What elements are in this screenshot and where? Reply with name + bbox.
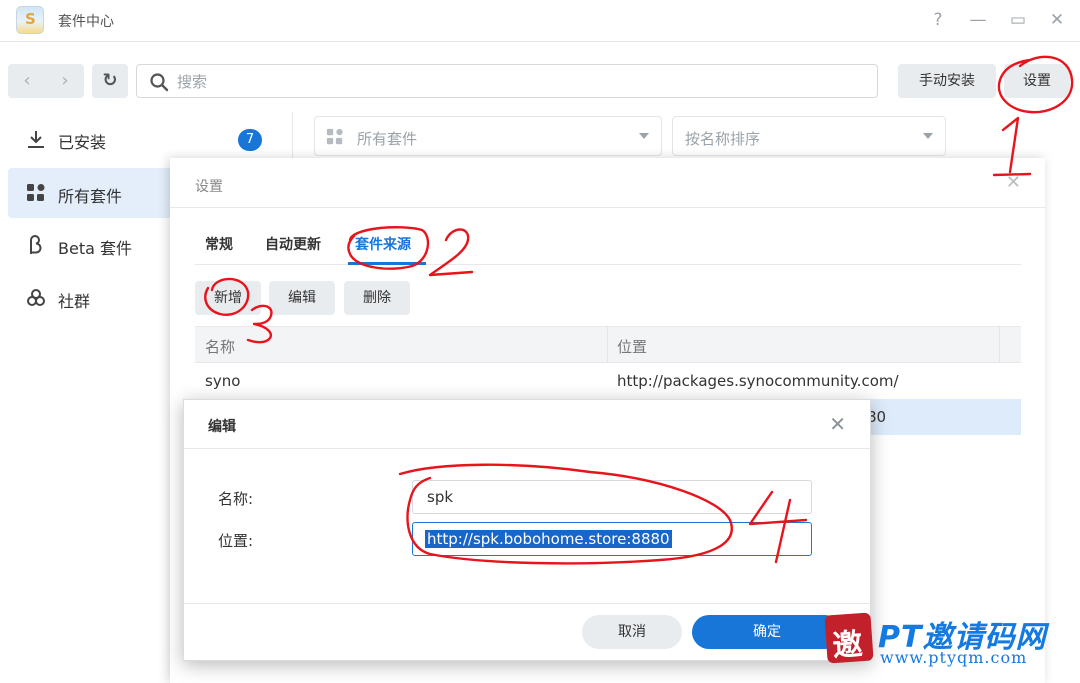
nav-buttons: ‹ › (8, 64, 84, 98)
row-name: syno (205, 372, 241, 390)
watermark-seal-char: 邀 (831, 627, 864, 665)
sidebar-item-all-packages[interactable]: 所有套件 (8, 168, 172, 218)
sidebar-item-installed[interactable]: 已安装 (8, 114, 172, 164)
sidebar-item-label: 所有套件 (58, 187, 123, 206)
name-field-value: spk (427, 488, 454, 506)
minimize-icon[interactable]: — (966, 8, 990, 32)
settings-button[interactable]: 设置 (1004, 64, 1070, 98)
close-icon[interactable]: ✕ (829, 412, 846, 436)
sidebar-item-label: 已安装 (58, 133, 107, 152)
back-button[interactable]: ‹ (8, 64, 46, 98)
tab-auto-update[interactable]: 自动更新 (265, 234, 321, 254)
column-divider[interactable] (999, 327, 1000, 363)
package-center-app-icon: S (16, 6, 44, 34)
name-label: 名称: (218, 490, 254, 508)
column-header-name[interactable]: 名称 (205, 336, 235, 357)
content-divider (292, 112, 293, 162)
category-select[interactable]: 所有套件 (314, 116, 662, 156)
watermark-seal: 邀 (824, 612, 874, 665)
column-header-location[interactable]: 位置 (617, 336, 647, 357)
sidebar-item-beta[interactable]: Beta 套件 (8, 220, 172, 270)
download-icon (28, 131, 44, 148)
chevron-down-icon (923, 133, 933, 139)
close-icon[interactable]: ✕ (1006, 172, 1021, 193)
search-box[interactable] (136, 64, 878, 98)
app-title: 套件中心 (58, 14, 114, 30)
name-field[interactable]: spk (412, 480, 812, 514)
column-divider[interactable] (607, 327, 608, 363)
manual-install-button[interactable]: 手动安装 (898, 64, 996, 98)
sort-select-value: 按名称排序 (685, 130, 761, 148)
help-icon[interactable]: ? (926, 8, 950, 32)
sidebar-item-label: 社群 (58, 292, 91, 311)
sidebar-item-label: Beta 套件 (58, 239, 132, 258)
sidebar-item-community[interactable]: 社群 (8, 273, 172, 323)
location-field[interactable]: http://spk.bobohome.store:8880 (412, 522, 812, 556)
row-location: http://packages.synocommunity.com/ (617, 372, 899, 390)
edit-dialog-header: 编辑 ✕ (184, 400, 870, 449)
edit-dialog-footer-divider (184, 603, 870, 604)
active-tab-indicator (348, 262, 426, 265)
add-button[interactable]: 新增 (195, 281, 261, 315)
settings-tabs: 常规 自动更新 套件来源 (195, 228, 1021, 265)
search-input[interactable] (177, 71, 857, 93)
edit-dialog-title: 编辑 (208, 419, 236, 435)
tab-general[interactable]: 常规 (205, 234, 233, 254)
title-bar: S 套件中心 ? — ▭ ✕ (0, 0, 1080, 42)
community-icon (27, 289, 45, 306)
close-icon[interactable]: ✕ (1045, 8, 1069, 32)
settings-dialog-title: 设置 (195, 179, 223, 195)
edit-button[interactable]: 编辑 (269, 281, 335, 315)
sort-select[interactable]: 按名称排序 (672, 116, 946, 156)
ok-button[interactable]: 确定 (692, 615, 842, 649)
delete-button[interactable]: 删除 (344, 281, 410, 315)
grid-icon (27, 184, 45, 201)
edit-dialog: 编辑 ✕ 名称: spk 位置: http://spk.bobohome.sto… (183, 399, 871, 661)
table-header: 名称 位置 (195, 326, 1021, 363)
location-field-value: http://spk.bobohome.store:8880 (425, 530, 672, 548)
table-row[interactable]: syno http://packages.synocommunity.com/ (195, 363, 1021, 399)
maximize-icon[interactable]: ▭ (1006, 8, 1030, 32)
chevron-down-icon (639, 133, 649, 139)
settings-dialog-header: 设置 ✕ (170, 158, 1045, 208)
beta-icon (30, 235, 42, 254)
location-label: 位置: (218, 532, 254, 550)
refresh-button[interactable]: ↻ (92, 64, 128, 98)
grid-icon (326, 128, 343, 145)
search-icon (150, 73, 169, 92)
tab-package-sources[interactable]: 套件来源 (355, 234, 411, 254)
category-select-value: 所有套件 (357, 130, 418, 148)
installed-count-badge: 7 (238, 129, 262, 151)
cancel-button[interactable]: 取消 (582, 615, 682, 649)
forward-button[interactable]: › (46, 64, 84, 98)
watermark-url: www.ptyqm.com (880, 648, 1028, 667)
